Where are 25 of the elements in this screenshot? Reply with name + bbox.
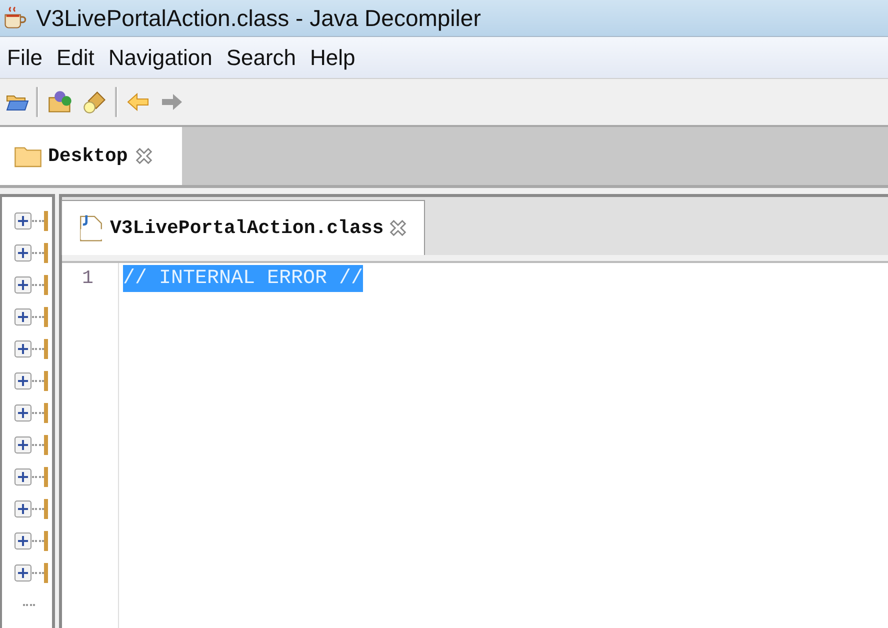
menu-item[interactable]: Search: [226, 44, 296, 70]
menu-item[interactable]: Navigation: [108, 44, 212, 70]
close-icon[interactable]: [388, 218, 408, 238]
expand-icon[interactable]: [14, 276, 32, 294]
expand-icon[interactable]: [14, 404, 32, 422]
close-icon[interactable]: [134, 146, 154, 166]
expand-icon[interactable]: [14, 212, 32, 230]
menu-item[interactable]: File: [7, 44, 42, 70]
expand-icon[interactable]: [14, 468, 32, 486]
expand-icon[interactable]: [14, 564, 32, 582]
menu-item[interactable]: Help: [310, 44, 356, 70]
tree-connector: [23, 604, 35, 606]
menu-item[interactable]: Edit: [56, 44, 94, 70]
window-title: V3LivePortalAction.class - Java Decompiler: [36, 4, 481, 32]
desktop-tab[interactable]: Desktop: [0, 127, 182, 185]
expand-icon[interactable]: [14, 372, 32, 390]
expand-icon[interactable]: [14, 340, 32, 358]
line-number: 1: [81, 267, 94, 291]
expand-icon[interactable]: [14, 308, 32, 326]
expand-icon[interactable]: [14, 500, 32, 518]
expand-icon[interactable]: [14, 532, 32, 550]
file-tab[interactable]: V3LivePortalAction.class: [61, 200, 425, 255]
expand-icon[interactable]: [14, 436, 32, 454]
expand-icon[interactable]: [14, 244, 32, 262]
coffee-cup-icon: [2, 5, 28, 31]
